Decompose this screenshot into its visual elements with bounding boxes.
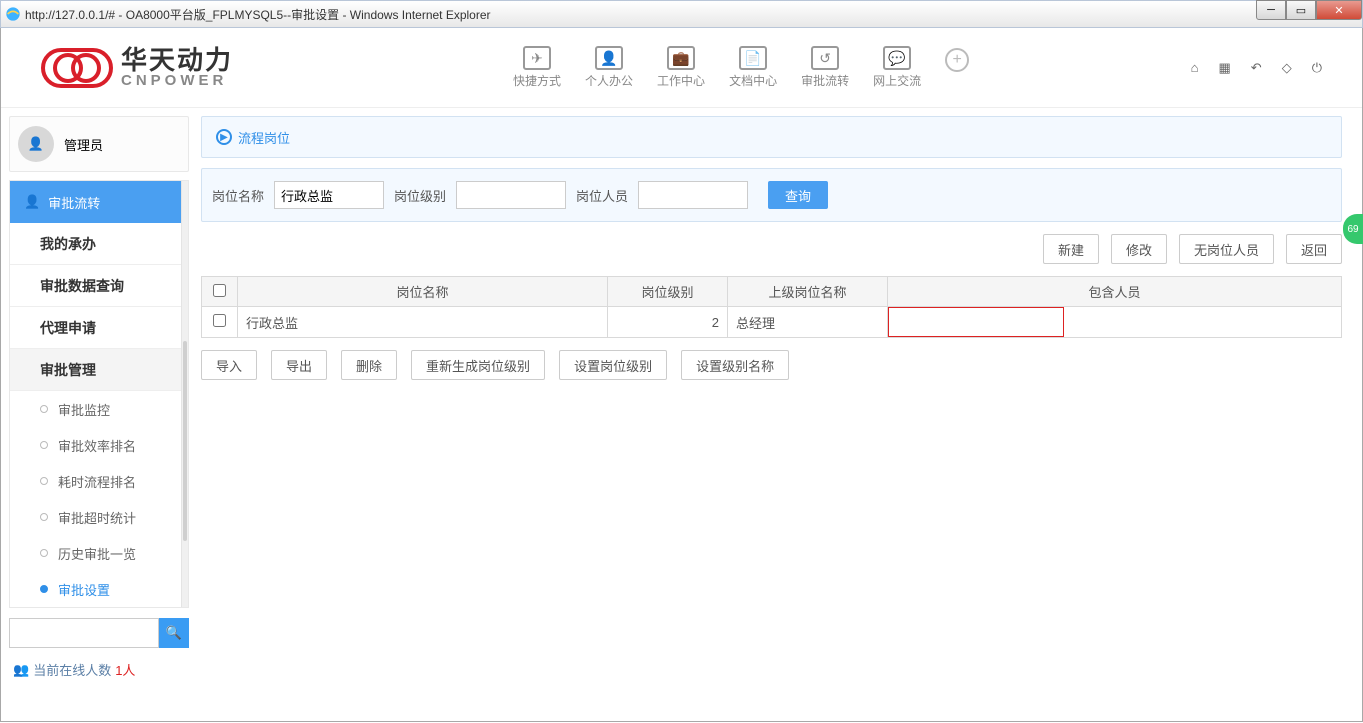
cell-people [888,307,1342,338]
logo: 华天动力 CNPOWER [41,47,233,88]
setname-button[interactable]: 设置级别名称 [681,350,789,380]
online-status: 👥 当前在线人数 1人 [9,660,189,679]
select-all-checkbox[interactable] [213,284,226,297]
cell-people-hl [888,307,1064,337]
col-name: 岗位名称 [238,277,608,307]
main-panel: ▶ 流程岗位 岗位名称 岗位级别 岗位人员 查询 新建 修改 无岗位人员 返回 [201,116,1342,720]
nav-personal[interactable]: 👤个人办公 [585,46,633,89]
bottom-toolbar: 导入 导出 删除 重新生成岗位级别 设置岗位级别 设置级别名称 [201,350,1342,380]
sidebar-item-query[interactable]: 审批数据查询 [10,265,188,307]
briefcase-icon: 💼 [667,46,695,70]
sidebar-sub-efficiency[interactable]: 审批效率排名 [10,427,188,463]
user-name: 管理员 [64,135,103,154]
sidebar-scrollbar[interactable] [181,181,188,607]
sidebar-sub-settings[interactable]: 审批设置 [10,571,188,607]
arrow-right-icon: ▶ [216,129,232,145]
col-level: 岗位级别 [608,277,728,307]
flow-icon: ↺ [811,46,839,70]
top-nav: ✈快捷方式 👤个人办公 💼工作中心 📄文档中心 ↺审批流转 💬网上交流 + [513,46,969,89]
cell-parent: 总经理 [728,307,888,338]
window-titlebar: http://127.0.0.1/# - OA8000平台版_FPLMYSQL5… [0,0,1363,28]
table-row[interactable]: 行政总监 2 总经理 [202,307,1342,338]
search-icon: 🔍 [166,625,182,641]
filter-input-level[interactable] [456,181,566,209]
nav-chat[interactable]: 💬网上交流 [873,46,921,89]
sidebar-sub-overtime[interactable]: 审批超时统计 [10,499,188,535]
toolbar: 新建 修改 无岗位人员 返回 [201,234,1342,264]
sidebar: 👤 管理员 👤审批流转 我的承办 审批数据查询 代理申请 审批管理 审批监控 审… [9,116,189,720]
nav-quick[interactable]: ✈快捷方式 [513,46,561,89]
home-icon[interactable]: ⌂ [1191,60,1199,76]
sidebar-search-input[interactable] [9,618,159,648]
topbar: 华天动力 CNPOWER ✈快捷方式 👤个人办公 💼工作中心 📄文档中心 ↺审批… [1,28,1362,108]
edit-button[interactable]: 修改 [1111,234,1167,264]
cell-name: 行政总监 [238,307,608,338]
col-people: 包含人员 [888,277,1342,307]
sidebar-scrollbar-thumb[interactable] [183,341,187,541]
filter-input-person[interactable] [638,181,748,209]
sidebar-item-proxy[interactable]: 代理申请 [10,307,188,349]
panel-title: 流程岗位 [238,128,290,147]
logo-en: CNPOWER [121,73,233,88]
setlevel-button[interactable]: 设置岗位级别 [559,350,667,380]
avatar-icon: 👤 [18,126,54,162]
window-min-button[interactable]: ─ [1256,0,1286,20]
filter-label-person: 岗位人员 [576,186,628,205]
user-block: 👤 管理员 [9,116,189,172]
tshirt-icon[interactable]: ◇ [1282,60,1292,76]
users-icon: 👥 [13,662,29,678]
new-button[interactable]: 新建 [1043,234,1099,264]
nav-add-button[interactable]: + [945,48,969,72]
window-max-button[interactable]: ▭ [1286,0,1316,20]
row-checkbox[interactable] [213,314,226,327]
sidebar-search-button[interactable]: 🔍 [159,618,189,648]
paper-plane-icon: ✈ [523,46,551,70]
import-button[interactable]: 导入 [201,350,257,380]
nav-doc[interactable]: 📄文档中心 [729,46,777,89]
doc-icon: 📄 [739,46,767,70]
regen-button[interactable]: 重新生成岗位级别 [411,350,545,380]
user-small-icon: 👤 [24,194,40,210]
chat-icon: 💬 [883,46,911,70]
table-header-row: 岗位名称 岗位级别 上级岗位名称 包含人员 [202,277,1342,307]
query-button[interactable]: 查询 [768,181,828,209]
logo-cn: 华天动力 [121,47,233,73]
ie-icon [5,6,21,22]
noperson-button[interactable]: 无岗位人员 [1179,234,1274,264]
app-frame: 华天动力 CNPOWER ✈快捷方式 👤个人办公 💼工作中心 📄文档中心 ↺审批… [0,28,1363,722]
reply-icon[interactable]: ↶ [1251,60,1262,76]
back-button[interactable]: 返回 [1286,234,1342,264]
col-parent: 上级岗位名称 [728,277,888,307]
filter-bar: 岗位名称 岗位级别 岗位人员 查询 [201,168,1342,222]
filter-label-level: 岗位级别 [394,186,446,205]
apps-icon[interactable]: ▦ [1219,60,1231,76]
sidebar-group-manage[interactable]: 审批管理 [10,349,188,391]
export-button[interactable]: 导出 [271,350,327,380]
data-table: 岗位名称 岗位级别 上级岗位名称 包含人员 行政总监 2 总经理 [201,276,1342,338]
window-title: http://127.0.0.1/# - OA8000平台版_FPLMYSQL5… [25,6,491,23]
filter-label-name: 岗位名称 [212,186,264,205]
logo-mark [41,48,113,88]
power-icon[interactable]: ⏻ [1312,60,1322,76]
window-close-button[interactable]: ✕ [1316,0,1362,20]
sidebar-sub-monitor[interactable]: 审批监控 [10,391,188,427]
sidebar-sub-history[interactable]: 历史审批一览 [10,535,188,571]
sidebar-head[interactable]: 👤审批流转 [10,181,188,223]
cell-level: 2 [608,307,728,338]
float-badge[interactable]: 69 [1343,214,1363,244]
user-icon: 👤 [595,46,623,70]
top-icons: ⌂ ▦ ↶ ◇ ⏻ [1191,60,1322,76]
nav-work[interactable]: 💼工作中心 [657,46,705,89]
sidebar-sub-time[interactable]: 耗时流程排名 [10,463,188,499]
delete-button[interactable]: 删除 [341,350,397,380]
filter-input-name[interactable] [274,181,384,209]
nav-approval[interactable]: ↺审批流转 [801,46,849,89]
sidebar-item-myapproval[interactable]: 我的承办 [10,223,188,265]
panel-header: ▶ 流程岗位 [201,116,1342,158]
sidebar-menu: 👤审批流转 我的承办 审批数据查询 代理申请 审批管理 审批监控 审批效率排名 … [9,180,189,608]
